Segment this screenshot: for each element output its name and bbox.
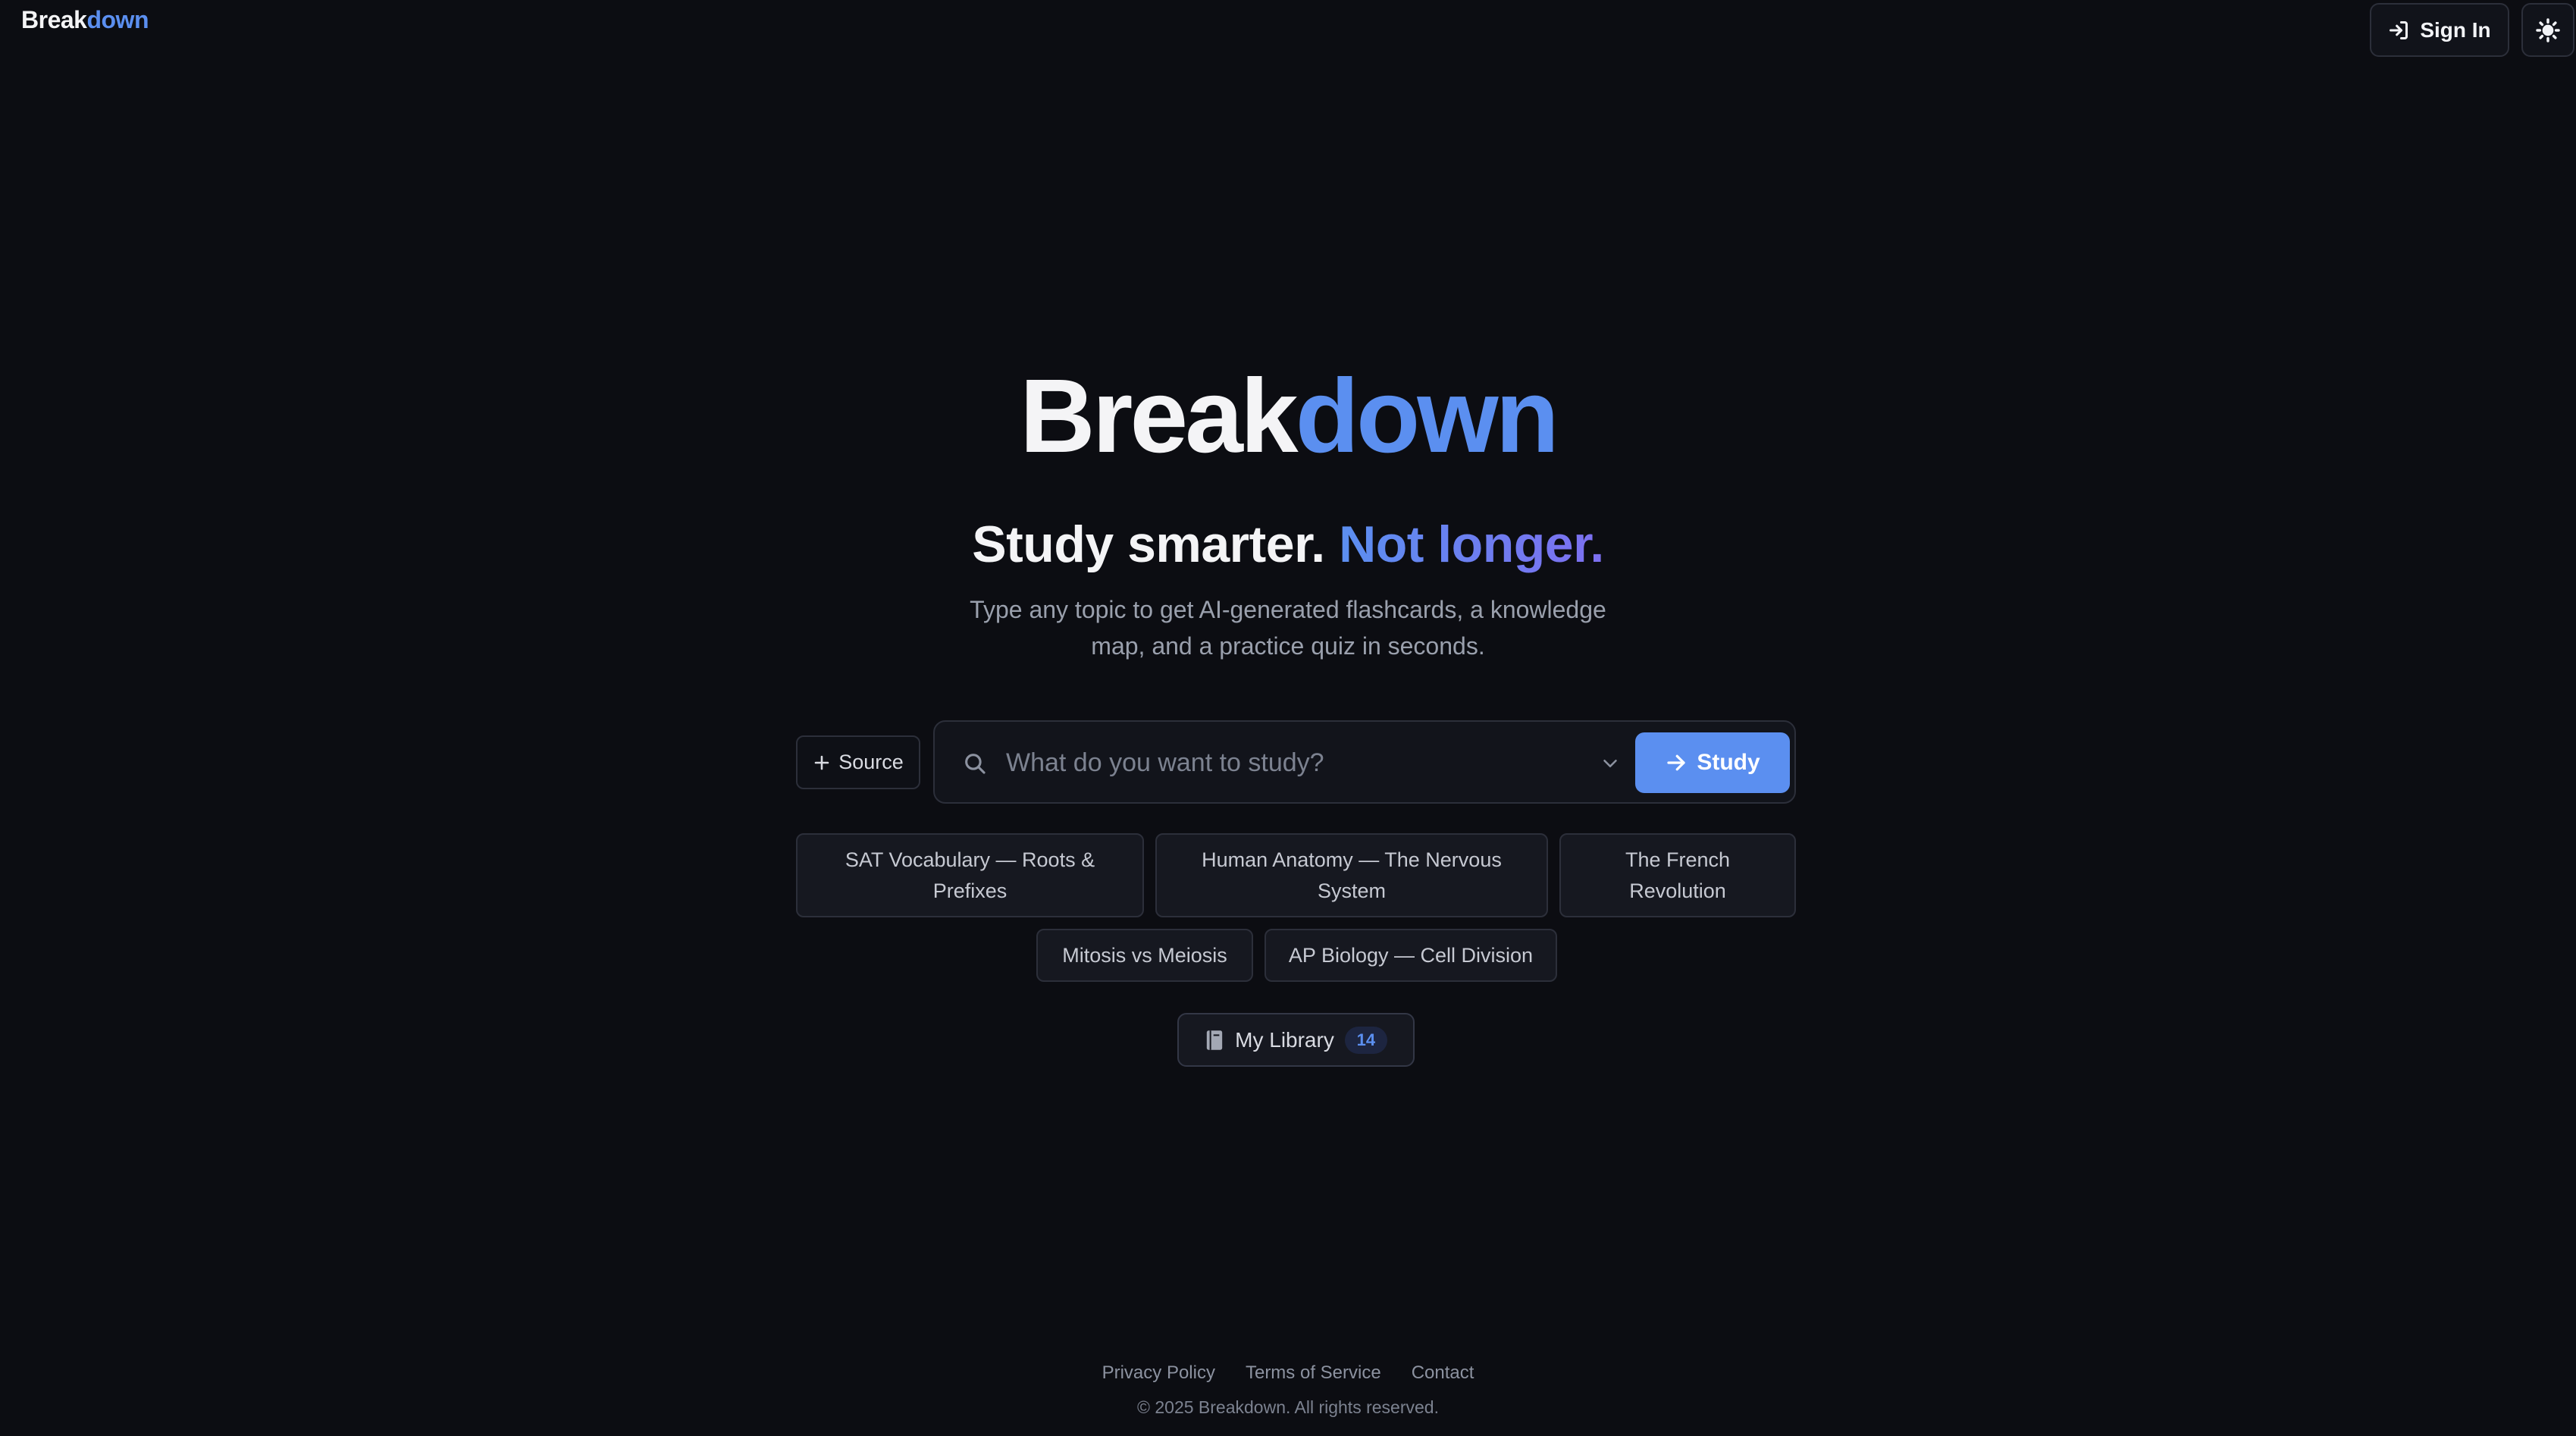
plus-icon [814, 755, 829, 770]
tagline-part1: Study smarter. [972, 516, 1325, 573]
study-button[interactable]: Study [1635, 732, 1790, 793]
login-icon [2390, 20, 2408, 39]
privacy-policy-link[interactable]: Privacy Policy [1102, 1362, 1215, 1384]
suggestion-chip[interactable]: Human Anatomy — The Nervous System [1155, 833, 1548, 917]
source-label: Source [838, 751, 904, 773]
suggestion-chip[interactable]: SAT Vocabulary — Roots & Prefixes [796, 833, 1144, 917]
top-bar: Breakdown Sign In [0, 0, 2576, 76]
hero-subtitle: Type any topic to get AI-generated flash… [970, 596, 1606, 660]
hero-title-part2: down [1295, 358, 1559, 475]
footer-links: Privacy Policy Terms of Service Contact [0, 1362, 2576, 1384]
suggestion-chip[interactable]: The French Revolution [1559, 833, 1796, 917]
sun-icon [2536, 17, 2560, 42]
add-source-button[interactable]: Source [796, 735, 920, 789]
contact-link[interactable]: Contact [1412, 1362, 1474, 1384]
search-bar: Study [933, 720, 1796, 804]
header-logo-part1: Break [21, 6, 87, 33]
chevron-down-icon[interactable] [1599, 752, 1622, 775]
sign-in-label: Sign In [2420, 17, 2491, 42]
sign-in-button[interactable]: Sign In [2370, 3, 2509, 57]
book-icon [1206, 1030, 1223, 1050]
copyright: © 2025 Breakdown. All rights reserved. [1137, 1397, 1439, 1417]
terms-of-service-link[interactable]: Terms of Service [1246, 1362, 1381, 1384]
suggestion-chip[interactable]: Mitosis vs Meiosis [1036, 929, 1253, 982]
my-library-button[interactable]: My Library 14 [1177, 1013, 1415, 1067]
my-library-label: My Library [1235, 1027, 1334, 1052]
suggestion-chip[interactable]: AP Biology — Cell Division [1264, 929, 1557, 982]
tagline: Study smarter. Not longer. [0, 519, 2576, 570]
header-logo-part2: down [86, 6, 149, 33]
library-count-badge: 14 [1344, 1026, 1387, 1054]
search-input[interactable] [1004, 740, 1596, 785]
header-logo[interactable]: Breakdown [21, 6, 149, 34]
hero-title: Breakdown [0, 364, 2576, 469]
search-icon [965, 754, 986, 774]
arrow-right-icon [1667, 754, 1685, 771]
hero-title-part1: Break [1020, 358, 1299, 475]
study-label: Study [1697, 750, 1760, 775]
theme-toggle-button[interactable] [2521, 3, 2574, 57]
tagline-part2: Not longer. [1339, 516, 1604, 573]
